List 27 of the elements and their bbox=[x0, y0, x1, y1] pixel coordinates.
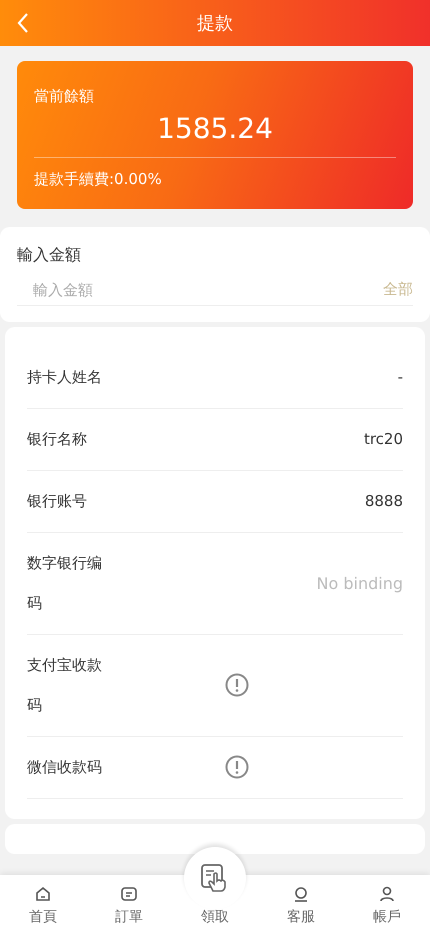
tab-item[interactable]: 訂單 bbox=[86, 875, 172, 932]
home-icon bbox=[33, 884, 53, 904]
detail-value: trc20 bbox=[362, 430, 403, 448]
page-title: 提款 bbox=[197, 12, 233, 35]
balance-label: 當前餘額 bbox=[34, 87, 95, 106]
tab-item[interactable]: 首頁 bbox=[0, 875, 86, 932]
amount-label: 輸入金額 bbox=[17, 245, 82, 266]
orders-icon bbox=[119, 884, 139, 904]
alert-icon[interactable] bbox=[225, 755, 249, 779]
detail-label: 微信收款码 bbox=[27, 757, 103, 778]
detail-value: - bbox=[396, 368, 403, 386]
tab-item[interactable]: 帳戶 bbox=[344, 875, 430, 932]
claim-tab-button[interactable] bbox=[184, 847, 246, 909]
detail-label: 支付宝收款码 bbox=[27, 655, 103, 716]
account-icon bbox=[377, 884, 397, 904]
alert-icon[interactable] bbox=[225, 673, 249, 697]
detail-label: 银行名称 bbox=[27, 429, 88, 450]
tab-item[interactable]: 領取 bbox=[172, 903, 258, 932]
detail-value: 8888 bbox=[364, 492, 403, 510]
detail-label: 持卡人姓名 bbox=[27, 367, 103, 388]
back-icon[interactable] bbox=[16, 12, 30, 34]
detail-label: 银行账号 bbox=[27, 491, 88, 512]
detail-value: No binding bbox=[316, 574, 403, 592]
tab-item[interactable]: 客服 bbox=[258, 875, 344, 932]
balance-amount: 1585.24 bbox=[156, 112, 274, 145]
detail-label: 数字银行编码 bbox=[27, 553, 103, 614]
fee-text: 提款手續費:0.00% bbox=[34, 170, 163, 189]
